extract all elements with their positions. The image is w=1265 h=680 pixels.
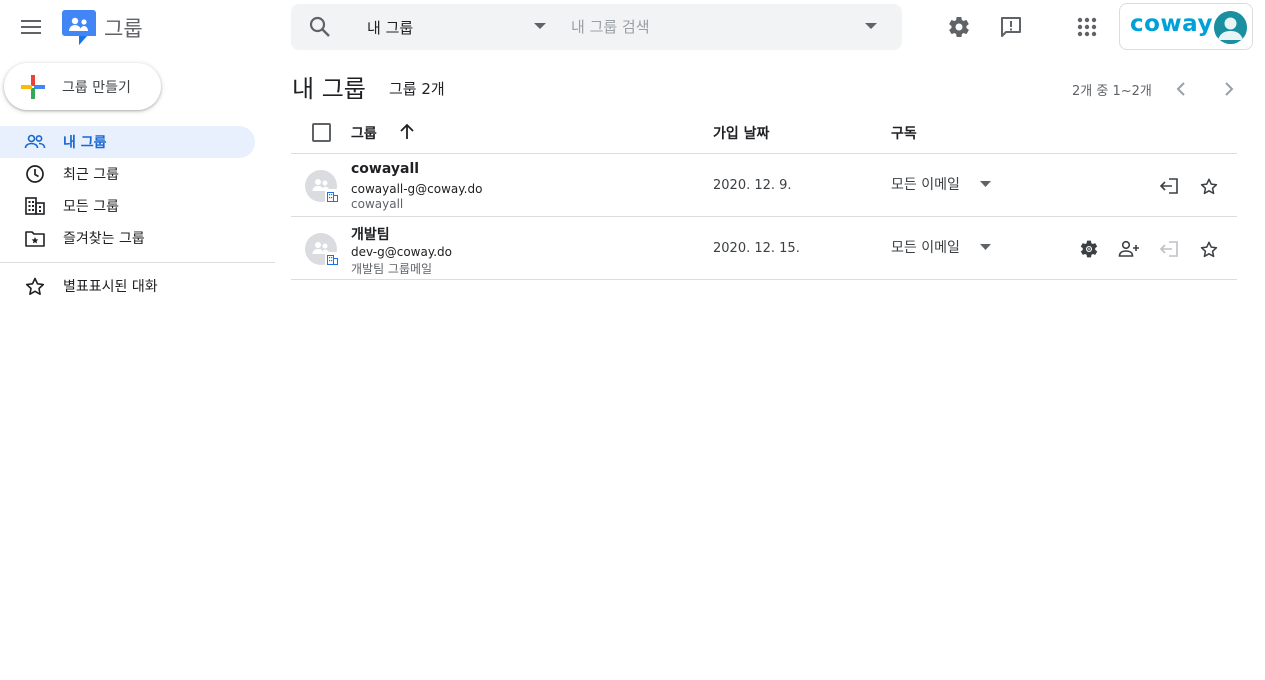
group-count: 그룹 2개	[389, 80, 445, 98]
column-header-joined[interactable]: 가입 날짜	[713, 123, 769, 143]
apps-button[interactable]	[1069, 9, 1105, 45]
create-group-label: 그룹 만들기	[62, 79, 131, 96]
search-icon	[309, 16, 330, 37]
add-member-button[interactable]	[1113, 233, 1145, 265]
brand-logo: coway	[1130, 11, 1213, 37]
subscription-select[interactable]: 모든 이메일	[891, 235, 1001, 261]
feedback-icon	[1001, 17, 1021, 37]
group-description: cowayall	[351, 197, 404, 211]
account-avatar-icon	[1214, 11, 1247, 44]
sort-button[interactable]	[397, 122, 417, 142]
table-header: 그룹 가입 날짜 구독	[291, 112, 1237, 154]
groups-table: 그룹 가입 날짜 구독 cowayall cowayall-g@coway.do…	[291, 112, 1237, 280]
star-group-button[interactable]	[1193, 170, 1225, 202]
sidebar-item-recent-groups[interactable]: 최근 그룹	[0, 158, 255, 190]
sidebar-item-label: 최근 그룹	[63, 167, 119, 183]
group-email: dev-g@coway.do	[351, 245, 452, 259]
main-menu-button[interactable]	[14, 10, 48, 44]
groups-logo[interactable]	[62, 10, 96, 46]
caret-down-icon	[534, 23, 546, 29]
menu-icon	[21, 20, 41, 34]
search-options-button[interactable]	[865, 23, 877, 30]
search-bar: 내 그룹	[291, 4, 902, 50]
chevron-left-icon	[1176, 82, 1185, 96]
group-avatar	[305, 170, 340, 204]
sidebar-divider	[0, 262, 275, 263]
star-group-button[interactable]	[1193, 233, 1225, 265]
search-scope-select[interactable]: 내 그룹	[367, 17, 413, 38]
sidebar-item-label: 즐겨찾는 그룹	[63, 231, 145, 247]
building-icon	[24, 195, 46, 217]
subscription-value: 모든 이메일	[891, 177, 960, 193]
table-row[interactable]: cowayall cowayall-g@coway.do cowayall 20…	[291, 154, 1237, 217]
group-settings-button[interactable]	[1073, 233, 1105, 265]
clock-icon	[24, 163, 46, 185]
group-email: cowayall-g@coway.do	[351, 182, 483, 196]
select-all-checkbox[interactable]	[312, 123, 331, 142]
leave-group-icon	[1159, 178, 1178, 194]
gear-icon	[949, 16, 969, 38]
add-member-icon	[1118, 240, 1139, 257]
column-header-subscription: 구독	[891, 126, 917, 142]
leave-group-button[interactable]	[1153, 170, 1185, 202]
caret-down-icon	[980, 181, 991, 187]
org-badge	[325, 252, 340, 267]
app-title: 그룹	[104, 17, 143, 41]
search-button[interactable]	[309, 16, 331, 38]
star-icon	[1200, 241, 1218, 257]
feedback-button[interactable]	[993, 9, 1029, 45]
account-switcher[interactable]: coway	[1119, 3, 1253, 50]
building-icon	[327, 254, 338, 265]
settings-button[interactable]	[941, 9, 977, 45]
subscription-value: 모든 이메일	[891, 240, 960, 256]
star-icon	[1200, 178, 1218, 194]
group-description: 개발팀 그룹메일	[351, 262, 433, 276]
org-badge	[325, 189, 340, 204]
group-avatar	[305, 233, 340, 267]
leave-group-button[interactable]	[1153, 233, 1185, 265]
caret-down-icon	[865, 23, 877, 29]
gear-icon	[1080, 240, 1098, 258]
joined-date: 2020. 12. 15.	[713, 241, 800, 256]
account-avatar[interactable]	[1214, 11, 1247, 44]
arrow-up-icon	[400, 123, 414, 139]
sidebar-item-label: 모든 그룹	[63, 199, 119, 215]
groups-logo-icon	[62, 10, 96, 45]
next-page-button[interactable]	[1213, 73, 1245, 105]
sidebar-item-my-groups[interactable]: 내 그룹	[0, 126, 255, 158]
pagination-text: 2개 중 1~2개	[1072, 84, 1152, 99]
table-row[interactable]: 개발팀 dev-g@coway.do 개발팀 그룹메일 2020. 12. 15…	[291, 217, 1237, 280]
apps-grid-icon	[1077, 17, 1097, 37]
scope-dropdown-button[interactable]	[534, 23, 546, 30]
previous-page-button[interactable]	[1165, 73, 1197, 105]
sidebar-item-label: 내 그룹	[63, 135, 107, 151]
group-name[interactable]: cowayall	[351, 161, 419, 177]
star-icon	[24, 275, 46, 297]
plus-icon	[21, 74, 45, 99]
chevron-right-icon	[1225, 82, 1234, 96]
group-name[interactable]: 개발팀	[351, 224, 390, 244]
sidebar-item-favorite-groups[interactable]: 즐겨찾는 그룹	[0, 222, 255, 254]
sidebar-item-all-groups[interactable]: 모든 그룹	[0, 190, 255, 222]
building-icon	[327, 191, 338, 202]
sidebar-item-starred-conversations[interactable]: 별표표시된 대화	[0, 270, 255, 302]
column-header-group[interactable]: 그룹	[351, 123, 377, 143]
subscription-select[interactable]: 모든 이메일	[891, 172, 1001, 198]
joined-date: 2020. 12. 9.	[713, 178, 792, 193]
caret-down-icon	[980, 244, 991, 250]
create-group-button[interactable]: 그룹 만들기	[4, 63, 161, 110]
sidebar-item-label: 별표표시된 대화	[63, 279, 158, 295]
search-input[interactable]	[571, 13, 851, 41]
folder-star-icon	[24, 227, 46, 249]
page-title: 내 그룹	[292, 75, 366, 103]
people-icon	[24, 131, 46, 153]
leave-group-icon	[1159, 241, 1178, 257]
